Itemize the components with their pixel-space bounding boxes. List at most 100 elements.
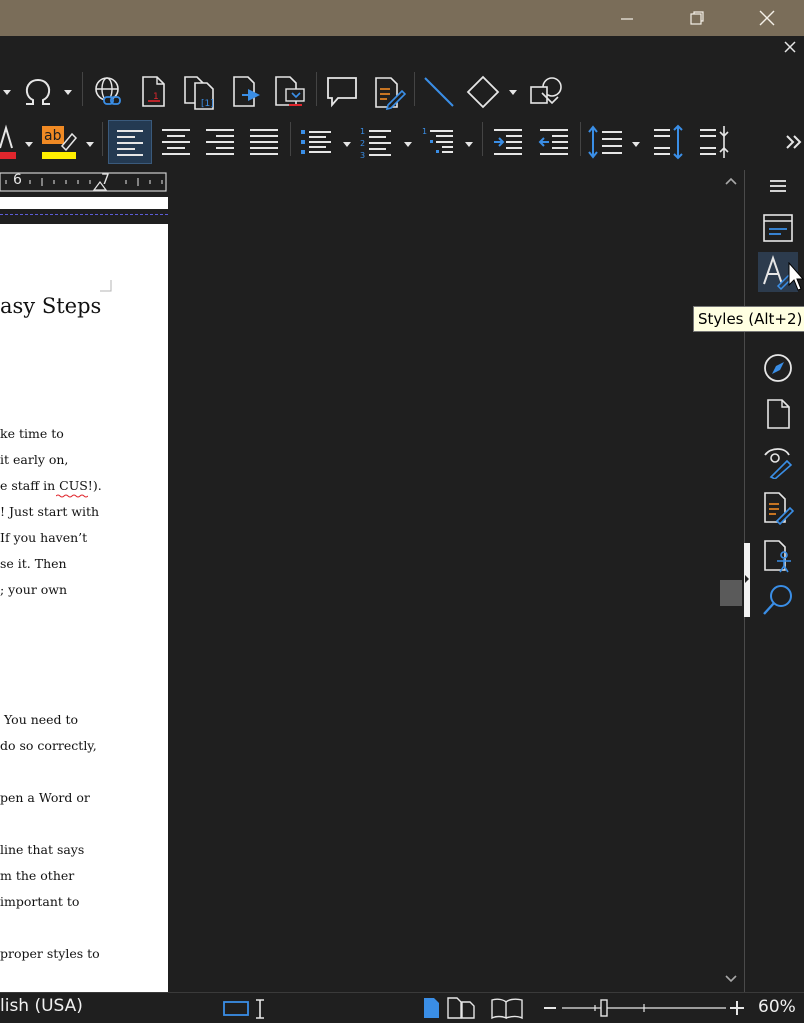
mouse-cursor-icon <box>788 262 804 291</box>
toolbar-separator <box>414 72 415 106</box>
styles-tooltip: Styles (Alt+2) <box>693 306 804 332</box>
toolbar-separator <box>316 72 317 106</box>
decrease-paragraph-spacing-icon[interactable] <box>696 122 734 162</box>
paragraph-line[interactable]: pen a Word or <box>0 790 90 805</box>
chevron-down-icon[interactable] <box>64 90 72 95</box>
close-document-icon <box>784 41 796 53</box>
line-spacing-icon[interactable] <box>586 122 626 162</box>
minimize-button[interactable] <box>604 0 650 36</box>
toolbar-separator <box>82 72 83 106</box>
highlight-color-icon[interactable]: ab <box>40 124 80 160</box>
toolbar-separator <box>580 122 581 156</box>
svg-text:1: 1 <box>153 92 159 102</box>
restore-button[interactable] <box>674 0 720 36</box>
chevron-down-icon[interactable] <box>465 142 473 147</box>
insert-toolbar: 1 [1] <box>0 68 780 116</box>
chevron-down-icon[interactable] <box>3 90 11 95</box>
paragraph-line[interactable]: important to <box>0 894 79 909</box>
paragraph-line[interactable]: se it. Then <box>0 556 67 571</box>
svg-text:3: 3 <box>360 151 365 160</box>
accessibility-check-icon <box>764 540 791 573</box>
manage-changes-icon <box>764 492 794 525</box>
paragraph-line[interactable]: m the other <box>0 868 74 883</box>
close-window-button[interactable] <box>744 0 790 36</box>
document-heading[interactable]: asy Steps <box>0 294 101 318</box>
increase-indent-icon[interactable] <box>490 122 526 162</box>
paragraph-line[interactable]: ke time to <box>0 426 64 441</box>
special-character-icon[interactable] <box>20 76 56 110</box>
sidebar-page-button[interactable] <box>758 394 798 434</box>
style-inspector-icon <box>764 448 793 479</box>
chevron-down-icon[interactable] <box>509 90 517 95</box>
endnote-icon[interactable]: [1] <box>182 75 220 111</box>
paragraph-line[interactable]: it early on, <box>0 452 68 467</box>
paragraph-line[interactable]: line that says <box>0 842 84 857</box>
chevron-down-icon[interactable] <box>25 142 33 147</box>
zoom-percentage[interactable]: 60% <box>758 997 796 1017</box>
draw-shape-icon[interactable] <box>528 75 564 109</box>
cross-reference-icon[interactable] <box>272 75 308 111</box>
sidebar-properties-button[interactable] <box>758 208 798 248</box>
align-left-button[interactable] <box>108 120 152 164</box>
align-right-icon[interactable] <box>202 122 238 162</box>
increase-paragraph-spacing-icon[interactable] <box>650 122 688 162</box>
chevron-down-icon[interactable] <box>404 142 412 147</box>
spelling-underline <box>56 494 88 498</box>
scroll-up-icon[interactable] <box>724 176 738 186</box>
margin-corner-marker <box>100 280 112 292</box>
sidebar-manage-changes-button[interactable] <box>758 488 798 528</box>
align-center-icon[interactable] <box>158 122 194 162</box>
properties-icon <box>763 214 793 242</box>
sidebar-collapse-handle[interactable] <box>744 543 750 617</box>
outline-list-icon[interactable]: 1 <box>420 122 456 162</box>
svg-text:1: 1 <box>360 127 365 136</box>
footnote-icon[interactable]: 1 <box>138 75 170 109</box>
close-document-button[interactable] <box>780 38 800 60</box>
toolbar-separator <box>102 122 103 156</box>
sidebar-menu-button[interactable] <box>758 166 798 206</box>
line-icon[interactable] <box>422 75 456 109</box>
sidebar-navigator-button[interactable] <box>758 348 798 388</box>
font-color-icon[interactable] <box>0 124 20 160</box>
scroll-down-icon[interactable] <box>724 974 738 984</box>
paragraph-line[interactable]: do so correctly, <box>0 738 97 753</box>
more-options-icon[interactable] <box>784 132 804 152</box>
paragraph-line[interactable]: proper styles to <box>0 946 100 961</box>
numbered-list-icon[interactable]: 1 2 3 <box>358 122 394 162</box>
navigator-icon <box>764 354 792 382</box>
view-layout-icons[interactable] <box>422 996 534 1020</box>
collapse-arrow-icon <box>745 575 749 583</box>
selection-mode-icon[interactable] <box>222 998 270 1020</box>
svg-text:ab: ab <box>44 128 62 144</box>
ruler-scale <box>0 172 167 192</box>
bullet-list-icon[interactable] <box>298 122 334 162</box>
close-icon <box>759 10 775 26</box>
paragraph-line[interactable]: ! Just start with <box>0 504 99 519</box>
decrease-indent-icon[interactable] <box>536 122 572 162</box>
sidebar-style-inspector-button[interactable] <box>758 442 798 482</box>
svg-text:[1]: [1] <box>201 99 214 109</box>
hyperlink-icon[interactable] <box>92 75 126 109</box>
caption-icon[interactable] <box>230 75 264 109</box>
paragraph-line[interactable]: You need to <box>4 712 78 727</box>
justify-icon[interactable] <box>246 122 282 162</box>
paragraph-line[interactable]: If you haven’t <box>0 530 87 545</box>
paragraph-line[interactable]: ; your own <box>0 582 67 597</box>
svg-text:1: 1 <box>422 127 427 136</box>
language-status[interactable]: lish (USA) <box>0 996 83 1016</box>
chevron-down-icon[interactable] <box>86 142 94 147</box>
chevron-down-icon[interactable] <box>343 142 351 147</box>
zoom-slider[interactable] <box>540 996 750 1020</box>
chevron-down-icon[interactable] <box>632 142 640 147</box>
sidebar-accessibility-check-button[interactable] <box>758 536 798 576</box>
basic-shapes-icon[interactable] <box>466 75 500 109</box>
document-page[interactable]: asy Steps ke time to it early on, e staf… <box>0 224 168 992</box>
page-icon <box>767 399 790 429</box>
minimize-icon <box>621 18 633 20</box>
scrollbar-thumb[interactable] <box>720 580 742 606</box>
horizontal-ruler[interactable] <box>0 172 168 192</box>
paragraph-line[interactable]: e staff in CUS!). <box>0 478 102 493</box>
sidebar-find-button[interactable] <box>758 580 798 620</box>
comment-icon[interactable] <box>324 75 360 109</box>
track-changes-icon[interactable] <box>372 75 406 111</box>
